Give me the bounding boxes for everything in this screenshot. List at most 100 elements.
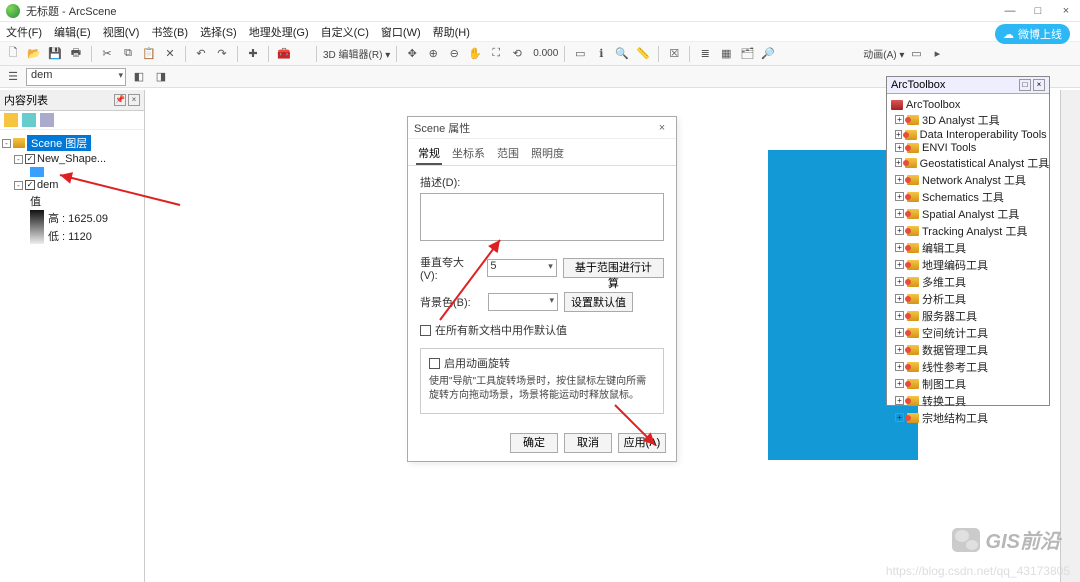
- scene-root-node[interactable]: Scene 图层: [27, 135, 91, 151]
- bg-color-picker[interactable]: [488, 293, 558, 311]
- toolbox-root[interactable]: ArcToolbox: [906, 99, 960, 111]
- expand-icon[interactable]: +: [895, 294, 904, 303]
- desc-textarea[interactable]: [420, 193, 664, 241]
- measure-icon[interactable]: 📏: [634, 45, 652, 63]
- expand-icon[interactable]: +: [895, 143, 904, 152]
- add-layer-icon[interactable]: ✚: [244, 45, 262, 63]
- expand-icon[interactable]: -: [14, 155, 23, 164]
- toolbox-item[interactable]: +Spatial Analyst 工具: [891, 205, 1045, 222]
- toolbox-item[interactable]: +ENVI Tools: [891, 141, 1045, 154]
- anim-play-icon[interactable]: ▸: [928, 45, 946, 63]
- source-icon[interactable]: ◧: [130, 68, 148, 86]
- expand-icon[interactable]: +: [895, 175, 904, 184]
- pan-icon[interactable]: ✋: [466, 45, 484, 63]
- menu-help[interactable]: 帮助(H): [433, 24, 470, 40]
- toolbox-item[interactable]: +转换工具: [891, 392, 1045, 409]
- full-extent-icon[interactable]: ⛶: [487, 45, 505, 63]
- close-button[interactable]: ×: [1052, 0, 1080, 22]
- clear-sel-icon[interactable]: ☒: [665, 45, 683, 63]
- menu-edit[interactable]: 编辑(E): [54, 24, 91, 40]
- toolbox-item[interactable]: +宗地结构工具: [891, 409, 1045, 426]
- layer-name[interactable]: New_Shape...: [37, 153, 106, 165]
- menu-selection[interactable]: 选择(S): [200, 24, 237, 40]
- toolbox-close-icon[interactable]: ×: [1033, 79, 1045, 91]
- expand-icon[interactable]: +: [895, 243, 904, 252]
- paste-icon[interactable]: 📋: [140, 45, 158, 63]
- toolbox-item[interactable]: +Data Interoperability Tools: [891, 128, 1045, 141]
- rotate-icon[interactable]: ⟲: [508, 45, 526, 63]
- calc-from-extent-button[interactable]: 基于范围进行计算: [563, 258, 664, 278]
- anim-label[interactable]: 动画(A) ▾: [863, 46, 904, 61]
- redo-icon[interactable]: ↷: [213, 45, 231, 63]
- toolbox-item[interactable]: +地理编码工具: [891, 256, 1045, 273]
- undo-icon[interactable]: ↶: [192, 45, 210, 63]
- tab-coordsys[interactable]: 坐标系: [450, 143, 487, 165]
- expand-icon[interactable]: +: [895, 396, 904, 405]
- copy-icon[interactable]: ⧉: [119, 45, 137, 63]
- menu-file[interactable]: 文件(F): [6, 24, 42, 40]
- toolbox-pin-icon[interactable]: □: [1019, 79, 1031, 91]
- expand-icon[interactable]: +: [895, 209, 904, 218]
- layer-toggle-icon[interactable]: ☰: [4, 68, 22, 86]
- expand-icon[interactable]: +: [895, 379, 904, 388]
- menu-view[interactable]: 视图(V): [103, 24, 140, 40]
- toolbox-item[interactable]: +Network Analyst 工具: [891, 171, 1045, 188]
- layer-checkbox[interactable]: ✓: [25, 180, 35, 190]
- tab-extent[interactable]: 范围: [495, 143, 521, 165]
- search-icon[interactable]: 🔎: [759, 45, 777, 63]
- toolbox-item[interactable]: +Tracking Analyst 工具: [891, 222, 1045, 239]
- toolbox-item[interactable]: +数据管理工具: [891, 341, 1045, 358]
- expand-icon[interactable]: +: [895, 345, 904, 354]
- apply-button[interactable]: 应用(A): [618, 433, 666, 453]
- expand-icon[interactable]: +: [895, 260, 904, 269]
- weibo-pill-button[interactable]: ☁ 微博上线: [995, 24, 1070, 44]
- ok-button[interactable]: 确定: [510, 433, 558, 453]
- select-icon[interactable]: ▭: [571, 45, 589, 63]
- toolbox-icon[interactable]: 🧰: [275, 45, 293, 63]
- toolbox-item[interactable]: +3D Analyst 工具: [891, 111, 1045, 128]
- toolbox-item[interactable]: +空间统计工具: [891, 324, 1045, 341]
- restore-default-button[interactable]: 设置默认值: [564, 292, 633, 312]
- minimize-button[interactable]: —: [996, 0, 1024, 22]
- expand-icon[interactable]: +: [895, 328, 904, 337]
- menu-bookmarks[interactable]: 书签(B): [151, 24, 188, 40]
- toolbox-item[interactable]: +服务器工具: [891, 307, 1045, 324]
- menu-geoprocessing[interactable]: 地理处理(G): [249, 24, 309, 40]
- toc-pin-icon[interactable]: 📌: [114, 94, 126, 106]
- menu-customize[interactable]: 自定义(C): [321, 24, 369, 40]
- tab-general[interactable]: 常规: [416, 143, 442, 165]
- list-by-sel-icon[interactable]: [40, 113, 54, 127]
- print-icon[interactable]: 🖶: [67, 45, 85, 63]
- expand-icon[interactable]: +: [895, 226, 904, 235]
- enable-anim-checkbox[interactable]: [429, 358, 440, 369]
- find-icon[interactable]: 🔍: [613, 45, 631, 63]
- toolbox-item[interactable]: +多维工具: [891, 273, 1045, 290]
- expand-icon[interactable]: +: [895, 192, 904, 201]
- layer-dropdown[interactable]: dem: [26, 68, 126, 86]
- toolbox-item[interactable]: +分析工具: [891, 290, 1045, 307]
- expand-icon[interactable]: -: [2, 139, 11, 148]
- editor-label[interactable]: 3D 编辑器(R) ▾: [323, 46, 390, 61]
- use-default-checkbox[interactable]: [420, 325, 431, 336]
- zoom-out-icon[interactable]: ⊖: [445, 45, 463, 63]
- table-icon[interactable]: ▦: [717, 45, 735, 63]
- toolbox-item[interactable]: +编辑工具: [891, 239, 1045, 256]
- layer-icon[interactable]: ≣: [696, 45, 714, 63]
- identify-icon[interactable]: ℹ: [592, 45, 610, 63]
- menu-window[interactable]: 窗口(W): [381, 24, 421, 40]
- list-by-draw-icon[interactable]: [4, 113, 18, 127]
- cancel-button[interactable]: 取消: [564, 433, 612, 453]
- dialog-close-button[interactable]: ×: [654, 122, 670, 134]
- catalog-icon[interactable]: 🗂: [738, 45, 756, 63]
- expand-icon[interactable]: +: [895, 277, 904, 286]
- expand-icon[interactable]: +: [895, 413, 904, 422]
- anim-rec-icon[interactable]: ▭: [907, 45, 925, 63]
- maximize-button[interactable]: □: [1024, 0, 1052, 22]
- expand-icon[interactable]: +: [895, 362, 904, 371]
- toc-close-icon[interactable]: ×: [128, 94, 140, 106]
- zoom-in-icon[interactable]: ⊕: [424, 45, 442, 63]
- save-icon[interactable]: 💾: [46, 45, 64, 63]
- toolbox-item[interactable]: +制图工具: [891, 375, 1045, 392]
- toolbox-item[interactable]: +Geostatistical Analyst 工具: [891, 154, 1045, 171]
- target-icon[interactable]: ◨: [152, 68, 170, 86]
